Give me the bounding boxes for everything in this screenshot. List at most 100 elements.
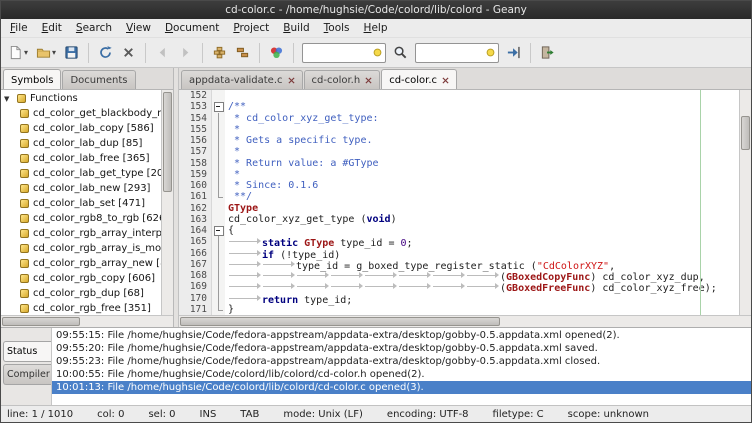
message-tab-compiler[interactable]: Compiler xyxy=(3,364,51,385)
open-folder-button[interactable]: ▾ xyxy=(33,41,59,65)
tab-whitespace-arrow-icon xyxy=(330,270,364,280)
symbol-item[interactable]: cd_color_lab_get_type [203] xyxy=(1,166,161,181)
symbol-label: cd_color_lab_new [293] xyxy=(33,183,150,194)
search-button[interactable] xyxy=(390,41,411,65)
symbol-item[interactable]: cd_color_rgb_array_new [896] xyxy=(1,256,161,271)
goto-line-button[interactable] xyxy=(503,41,524,65)
sidebar-vertical-scrollbar[interactable] xyxy=(161,90,173,315)
scrollbar-thumb[interactable] xyxy=(741,116,750,150)
menu-file[interactable]: File xyxy=(3,20,35,36)
fold-marker[interactable] xyxy=(212,225,225,236)
menubar: FileEditSearchViewDocumentProjectBuildTo… xyxy=(1,19,751,38)
new-document-button[interactable]: ▾ xyxy=(5,41,31,65)
save-button[interactable] xyxy=(61,41,82,65)
symbol-item[interactable]: cd_color_lab_new [293] xyxy=(1,181,161,196)
symbol-item[interactable]: cd_color_rgb_array_interpolate [9 xyxy=(1,226,161,241)
tree-root-functions[interactable]: ▼Functions xyxy=(1,91,161,106)
revert-button[interactable] xyxy=(95,41,116,65)
code-line-text xyxy=(225,90,228,101)
method-icon xyxy=(20,109,29,118)
menu-view[interactable]: View xyxy=(119,20,158,36)
status-message[interactable]: 10:00:55: File /home/hughsie/Code/colord… xyxy=(52,368,751,381)
status-message[interactable]: 10:01:13: File /home/hughsie/Code/colord… xyxy=(52,381,751,394)
symbol-item[interactable]: cd_color_rgb_copy [606] xyxy=(1,271,161,286)
tab-whitespace-arrow-icon xyxy=(466,281,500,291)
symbol-item[interactable]: cd_color_get_blackbody_rgb [97 xyxy=(1,106,161,121)
code-token: * Gets a specific type. xyxy=(228,135,373,146)
editor-horizontal-scrollbar[interactable] xyxy=(179,315,751,327)
status-message[interactable]: 09:55:20: File /home/hughsie/Code/fedora… xyxy=(52,342,751,355)
menu-project[interactable]: Project xyxy=(226,20,276,36)
code-line: 169(GBoxedFreeFunc) cd_color_xyz_free); xyxy=(179,281,739,292)
symbol-item[interactable]: cd_color_rgb_array_is_monotonic xyxy=(1,241,161,256)
status-message[interactable]: 09:55:23: File /home/hughsie/Code/fedora… xyxy=(52,355,751,368)
code-line-text: static GType type_id = 0; xyxy=(225,236,413,247)
code-line: 152 xyxy=(179,90,739,101)
symbol-label: cd_color_lab_copy [586] xyxy=(33,123,154,134)
compile-button[interactable] xyxy=(209,41,230,65)
status-message[interactable]: 09:55:15: File /home/hughsie/Code/fedora… xyxy=(52,329,751,342)
fold-marker[interactable] xyxy=(212,101,225,112)
symbol-item[interactable]: cd_color_lab_set [471] xyxy=(1,196,161,211)
message-tab-status[interactable]: Status xyxy=(3,341,51,362)
menu-document[interactable]: Document xyxy=(158,20,226,36)
menu-help[interactable]: Help xyxy=(357,20,395,36)
symbol-item[interactable]: cd_color_rgb_dup [68] xyxy=(1,286,161,301)
statusbar-item: line: 1 / 1010 xyxy=(7,409,73,420)
file-tab-cd-color.c[interactable]: cd-color.c xyxy=(381,69,457,90)
scrollbar-thumb[interactable] xyxy=(163,92,172,192)
fold-margin-cell xyxy=(212,281,225,292)
sidebar-horizontal-scrollbar[interactable] xyxy=(1,315,173,327)
symbol-item[interactable]: cd_color_lab_copy [586] xyxy=(1,121,161,136)
goto-line-input[interactable] xyxy=(419,47,486,58)
expander-icon[interactable]: ▼ xyxy=(4,95,13,103)
long-line-marker xyxy=(700,90,701,315)
search-input[interactable] xyxy=(306,47,373,58)
fold-margin-cell xyxy=(212,158,225,169)
menu-tools[interactable]: Tools xyxy=(317,20,357,36)
sidebar-tab-symbols[interactable]: Symbols xyxy=(3,69,61,90)
toolbar: ▾▾ xyxy=(1,38,751,68)
code-line: 159 * xyxy=(179,169,739,180)
code-line-text: * xyxy=(225,124,240,135)
dropdown-caret-icon[interactable]: ▾ xyxy=(24,48,28,57)
line-number: 166 xyxy=(179,248,212,259)
dropdown-caret-icon[interactable]: ▾ xyxy=(52,48,56,57)
line-number: 162 xyxy=(179,203,212,214)
symbol-item[interactable]: cd_color_rgb_free [351] xyxy=(1,301,161,315)
statusbar-item: mode: Unix (LF) xyxy=(283,409,363,420)
goto-line-entry xyxy=(415,43,499,63)
file-tab-appdata-validate.c[interactable]: appdata-validate.c xyxy=(181,70,303,89)
menu-build[interactable]: Build xyxy=(276,20,316,36)
quit-button[interactable] xyxy=(537,41,558,65)
back-button[interactable] xyxy=(152,41,173,65)
menu-search[interactable]: Search xyxy=(69,20,119,36)
symbol-item[interactable]: cd_color_lab_free [365] xyxy=(1,151,161,166)
forward-button[interactable] xyxy=(175,41,196,65)
tab-close-icon[interactable] xyxy=(442,77,449,84)
file-tab-cd-color.h[interactable]: cd-color.h xyxy=(304,70,381,89)
method-icon xyxy=(20,139,29,148)
titlebar[interactable]: cd-color.c - /home/hughsie/Code/colord/l… xyxy=(1,1,751,19)
tab-whitespace-arrow-icon xyxy=(228,259,262,269)
tab-whitespace-arrow-icon xyxy=(228,281,262,291)
editor-vertical-scrollbar[interactable] xyxy=(739,90,751,315)
scrollbar-thumb[interactable] xyxy=(180,317,500,326)
menu-edit[interactable]: Edit xyxy=(35,20,69,36)
search-entry xyxy=(302,43,386,63)
tab-close-icon[interactable] xyxy=(288,77,295,84)
method-icon xyxy=(20,244,29,253)
code-line-text: (GBoxedCopyFunc) cd_color_xyz_dup, xyxy=(225,270,705,281)
tab-whitespace-arrow-icon xyxy=(466,270,500,280)
code-area[interactable]: 152153/**154 * cd_color_xyz_get_type:155… xyxy=(179,90,739,315)
sidebar-tab-documents[interactable]: Documents xyxy=(62,70,135,89)
close-button[interactable] xyxy=(118,41,139,65)
build-button[interactable] xyxy=(232,41,253,65)
color-chooser-button[interactable] xyxy=(266,41,287,65)
symbol-item[interactable]: cd_color_rgb8_to_rgb [626] xyxy=(1,211,161,226)
tab-close-icon[interactable] xyxy=(365,77,372,84)
code-line-text: type_id = g_boxed_type_register_static (… xyxy=(225,259,615,270)
scrollbar-thumb[interactable] xyxy=(2,317,80,326)
symbols-tree[interactable]: ▼Functionscd_color_get_blackbody_rgb [97… xyxy=(1,90,161,315)
symbol-item[interactable]: cd_color_lab_dup [85] xyxy=(1,136,161,151)
